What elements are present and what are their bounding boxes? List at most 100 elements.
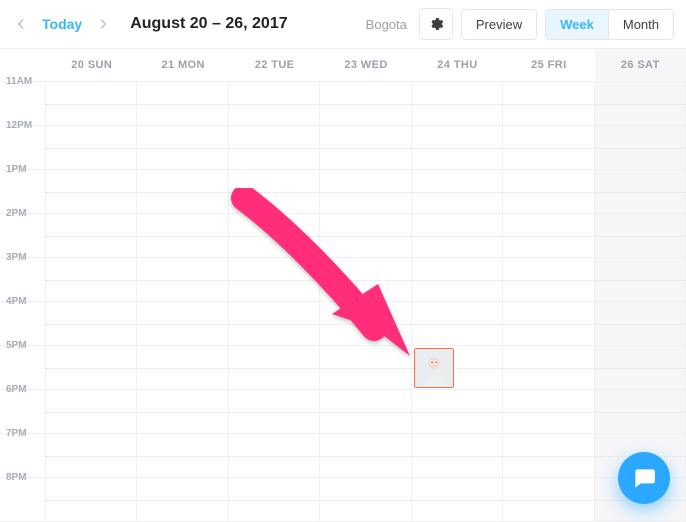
time-slot[interactable] (503, 126, 593, 170)
time-slot[interactable] (137, 390, 227, 434)
time-slot[interactable] (595, 258, 685, 302)
time-slot[interactable] (503, 170, 593, 214)
time-slot[interactable] (46, 82, 136, 126)
day-header[interactable]: 26 SAT (595, 49, 686, 81)
view-week-button[interactable]: Week (546, 10, 608, 39)
time-slot[interactable] (595, 390, 685, 434)
time-slot[interactable] (137, 258, 227, 302)
time-slot[interactable] (320, 390, 410, 434)
time-slot[interactable] (320, 214, 410, 258)
view-month-button[interactable]: Month (608, 10, 673, 39)
time-slot[interactable] (503, 346, 593, 390)
time-slot[interactable] (412, 214, 502, 258)
time-slot[interactable] (503, 82, 593, 126)
time-slot[interactable] (412, 82, 502, 126)
time-slot[interactable] (229, 82, 319, 126)
time-slot[interactable] (229, 170, 319, 214)
day-header[interactable]: 25 FRI (503, 49, 594, 81)
time-slot[interactable] (595, 170, 685, 214)
time-slot[interactable] (46, 302, 136, 346)
preview-button[interactable]: Preview (462, 10, 536, 39)
timezone-label[interactable]: Bogota (366, 17, 407, 32)
time-slot[interactable] (320, 258, 410, 302)
time-slot[interactable] (320, 346, 410, 390)
day-header[interactable]: 22 TUE (229, 49, 320, 81)
day-column[interactable] (137, 82, 228, 522)
time-slot[interactable] (46, 258, 136, 302)
time-slot[interactable] (137, 170, 227, 214)
time-slot[interactable] (229, 214, 319, 258)
time-slot[interactable] (320, 170, 410, 214)
time-slot[interactable] (46, 390, 136, 434)
chevron-right-icon (96, 17, 110, 31)
time-slot[interactable] (412, 302, 502, 346)
time-slot[interactable] (46, 346, 136, 390)
day-header[interactable]: 23 WED (320, 49, 411, 81)
day-header[interactable]: 21 MON (137, 49, 228, 81)
hour-row: 8PM (0, 478, 45, 522)
time-slot[interactable] (137, 302, 227, 346)
time-slot[interactable] (595, 214, 685, 258)
time-slot[interactable] (412, 434, 502, 478)
time-slot[interactable] (595, 346, 685, 390)
day-column[interactable] (503, 82, 594, 522)
time-slot[interactable] (412, 126, 502, 170)
time-slot[interactable] (503, 478, 593, 522)
time-slot[interactable] (137, 478, 227, 522)
time-slot[interactable] (46, 478, 136, 522)
time-slot[interactable] (229, 302, 319, 346)
next-button[interactable] (90, 11, 116, 37)
time-slot[interactable] (137, 346, 227, 390)
time-slot[interactable] (412, 170, 502, 214)
time-slot[interactable] (137, 214, 227, 258)
time-slot[interactable] (320, 478, 410, 522)
chat-fab[interactable] (618, 452, 670, 504)
calendar-event[interactable] (414, 348, 454, 388)
day-column[interactable] (46, 82, 137, 522)
time-slot[interactable] (46, 170, 136, 214)
time-slot[interactable] (320, 82, 410, 126)
time-slot[interactable] (46, 434, 136, 478)
time-slot[interactable] (46, 214, 136, 258)
hour-label: 8PM (6, 472, 27, 483)
time-slot[interactable] (412, 390, 502, 434)
time-grid[interactable]: 11AM12PM1PM2PM3PM4PM5PM6PM7PM8PM (0, 82, 686, 522)
time-slot[interactable] (229, 478, 319, 522)
time-slot[interactable] (229, 126, 319, 170)
time-slot[interactable] (137, 126, 227, 170)
time-slot[interactable] (503, 390, 593, 434)
time-slot[interactable] (137, 82, 227, 126)
time-slot[interactable] (595, 82, 685, 126)
prev-button[interactable] (8, 11, 34, 37)
time-slot[interactable] (320, 434, 410, 478)
time-slot[interactable] (503, 214, 593, 258)
day-header[interactable]: 24 THU (412, 49, 503, 81)
settings-button[interactable] (419, 8, 453, 40)
time-slot[interactable] (503, 258, 593, 302)
today-button[interactable]: Today (38, 16, 86, 32)
time-slot[interactable] (46, 126, 136, 170)
time-slot[interactable] (229, 258, 319, 302)
time-slot[interactable] (137, 434, 227, 478)
hour-label: 4PM (6, 296, 27, 307)
time-slot[interactable] (595, 126, 685, 170)
time-slot[interactable] (412, 258, 502, 302)
day-column[interactable] (320, 82, 411, 522)
time-slot[interactable] (229, 390, 319, 434)
date-range: August 20 – 26, 2017 (130, 15, 287, 33)
day-column[interactable] (229, 82, 320, 522)
gear-icon (428, 16, 444, 32)
view-switch: Week Month (545, 9, 674, 40)
time-slot[interactable] (412, 478, 502, 522)
time-slot[interactable] (320, 302, 410, 346)
time-slot[interactable] (320, 126, 410, 170)
preview-group: Preview (461, 9, 537, 40)
day-header[interactable]: 20 SUN (46, 49, 137, 81)
day-column[interactable] (412, 82, 503, 522)
time-slot[interactable] (503, 302, 593, 346)
time-slot[interactable] (229, 346, 319, 390)
time-slot[interactable] (595, 302, 685, 346)
time-slot[interactable] (503, 434, 593, 478)
time-slot[interactable] (229, 434, 319, 478)
hour-label: 2PM (6, 208, 27, 219)
